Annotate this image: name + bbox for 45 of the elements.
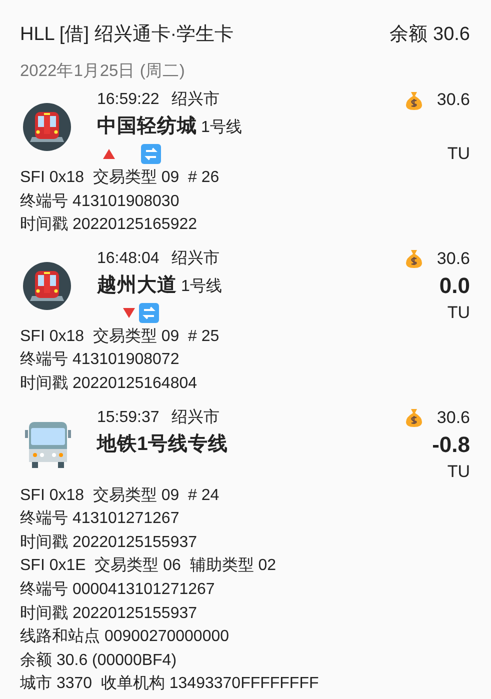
swap-icon	[141, 144, 161, 164]
detail-line: SFI 0x1E 交易类型 06 辅助类型 02	[20, 556, 278, 576]
detail-line: 终端号 413101908072	[20, 350, 180, 370]
detail-line: 城市 3370 收单机构 13493370FFFFFFFF	[20, 674, 320, 694]
unit-label: TU	[447, 462, 470, 481]
station-name: 中国轻纺城	[97, 114, 197, 139]
line-name: 1号线	[181, 276, 222, 297]
city-text: 绍兴市	[171, 408, 220, 428]
balance-value: 30.6	[436, 89, 470, 111]
line-name: 1号线	[201, 118, 242, 138]
detail-line: 余额 30.6 (00000BF4)	[20, 650, 178, 671]
station-name: 地铁1号线专线	[97, 432, 228, 457]
train-icon	[22, 260, 72, 311]
detail-line: 时间戳 20220125155937	[20, 604, 198, 624]
detail-line: 终端号 0000413101271267	[20, 580, 216, 600]
bus-icon	[22, 420, 74, 470]
balance-value: 30.6	[436, 406, 470, 429]
amount-value: 0.0	[439, 272, 470, 298]
detail-line: 终端号 413101271267	[20, 508, 180, 530]
unit-label: TU	[447, 302, 470, 322]
detail-line: SFI 0x18 交易类型 09 # 26	[20, 168, 220, 188]
time-text: 16:48:04	[97, 248, 160, 269]
card-title: HLL [借] 绍兴通卡·学生卡	[20, 23, 234, 47]
time-text: 16:59:22	[97, 90, 160, 110]
balance-value: 30.6	[436, 248, 470, 270]
amount-value: -0.8	[432, 432, 470, 457]
detail-line: SFI 0x18 交易类型 09 # 25	[20, 326, 220, 347]
unit-label: TU	[447, 144, 470, 163]
detail-line: 线路和站点 00900270000000	[20, 626, 230, 648]
detail-line: 时间戳 20220125164804	[20, 374, 198, 394]
detail-line: 时间戳 20220125155937	[20, 532, 198, 553]
money-bag-icon	[404, 248, 423, 268]
time-text: 15:59:37	[97, 408, 160, 428]
money-bag-icon	[404, 90, 423, 110]
city-text: 绍兴市	[171, 90, 220, 110]
detail-line: SFI 0x18 交易类型 09 # 24	[20, 486, 220, 506]
money-bag-icon	[404, 407, 423, 428]
date-heading: 2022年1月25日 (周二)	[20, 61, 186, 82]
station-name: 越州大道	[97, 272, 177, 298]
swap-icon	[139, 302, 159, 323]
detail-line: 时间戳 20220125165922	[20, 214, 198, 236]
city-text: 绍兴市	[171, 248, 220, 269]
train-icon	[22, 102, 72, 152]
detail-line: 终端号 413101908030	[20, 192, 180, 212]
card-balance: 余额 30.6	[390, 23, 470, 47]
